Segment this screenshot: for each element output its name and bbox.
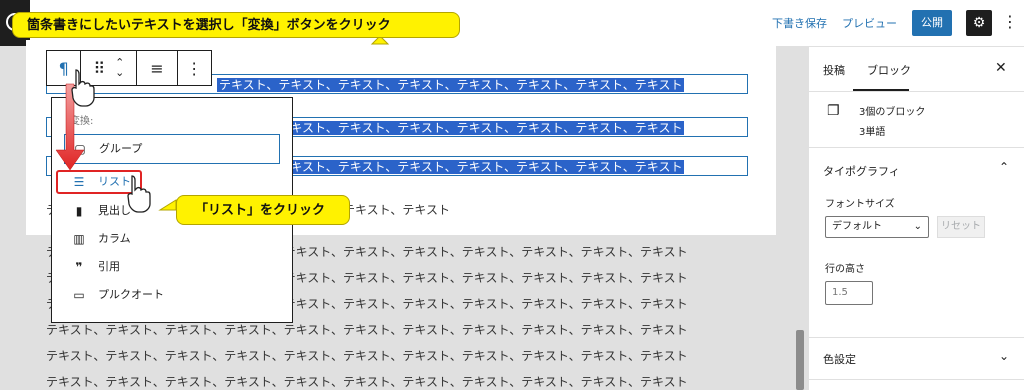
annotation-overlay <box>55 35 390 213</box>
list-callout: 「リスト」をクリック <box>176 195 350 225</box>
instruction-callout: 箇条書きにしたいテキストを選択し「変換」ボタンをクリック <box>12 12 460 38</box>
callout-pointer <box>158 199 177 211</box>
hand-cursor-icon <box>127 175 151 213</box>
hand-cursor-icon <box>71 69 95 107</box>
